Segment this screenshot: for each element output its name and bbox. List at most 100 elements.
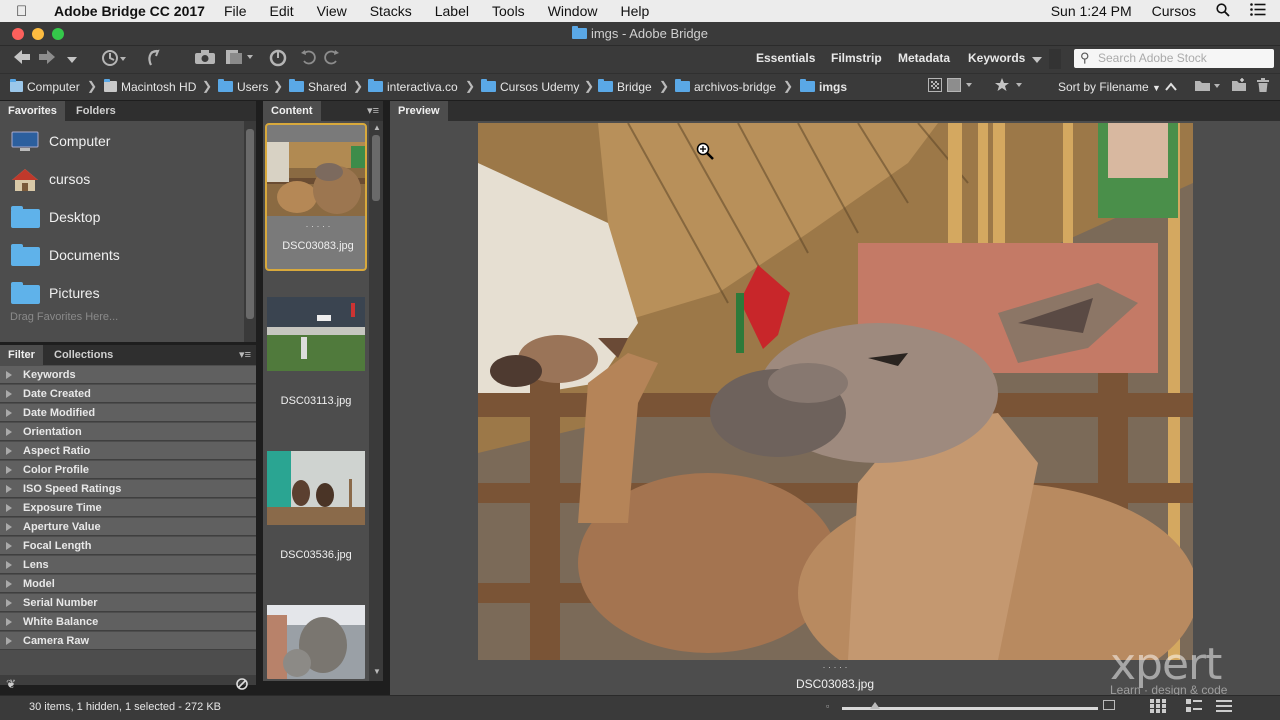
refine-dropdown-icon[interactable] bbox=[224, 49, 256, 69]
breadcrumb-macintosh-hd[interactable]: Macintosh HD bbox=[104, 79, 196, 94]
apple-logo-icon[interactable]:  bbox=[16, 3, 42, 20]
breadcrumb-bridge[interactable]: Bridge bbox=[598, 79, 652, 94]
view-as-details-icon[interactable] bbox=[1186, 699, 1202, 716]
filter-row-white-balance[interactable]: White Balance bbox=[0, 613, 256, 631]
forward-arrow-icon[interactable] bbox=[37, 49, 57, 69]
breadcrumb-shared[interactable]: Shared bbox=[289, 79, 347, 94]
trash-icon[interactable] bbox=[1255, 78, 1271, 98]
hard-drive-icon bbox=[104, 79, 117, 92]
open-in-camera-raw-icon[interactable] bbox=[267, 49, 289, 69]
filter-row-aspect-ratio[interactable]: Aspect Ratio bbox=[0, 442, 256, 460]
breadcrumb-computer[interactable]: Computer bbox=[10, 79, 80, 94]
favorite-pictures[interactable]: Pictures bbox=[10, 278, 100, 308]
favorite-cursos[interactable]: cursos bbox=[10, 164, 90, 194]
scrollbar-thumb[interactable] bbox=[246, 129, 254, 319]
workspace-keywords[interactable]: Keywords bbox=[968, 51, 1025, 65]
quality-options-icon[interactable] bbox=[926, 78, 944, 98]
filter-row-color-profile[interactable]: Color Profile bbox=[0, 461, 256, 479]
menu-edit[interactable]: Edit bbox=[270, 3, 294, 19]
scroll-down-arrow-icon[interactable]: ▼ bbox=[373, 667, 381, 676]
breadcrumb-interactiva[interactable]: interactiva.co bbox=[368, 79, 458, 94]
tab-filter[interactable]: Filter bbox=[0, 345, 43, 365]
adobe-stock-search-input[interactable]: ⚲ Search Adobe Stock bbox=[1074, 49, 1274, 68]
get-photos-from-camera-icon[interactable] bbox=[193, 49, 217, 69]
filter-row-date-created[interactable]: Date Created bbox=[0, 385, 256, 403]
menu-view[interactable]: View bbox=[317, 3, 347, 19]
filter-row-date-modified[interactable]: Date Modified bbox=[0, 404, 256, 422]
thumbnail-size-small-icon[interactable]: ▫ bbox=[826, 701, 829, 711]
sort-ascending-chevron-up-icon[interactable] bbox=[1163, 78, 1179, 98]
window-title-bar: imgs - Adobe Bridge bbox=[0, 22, 1280, 46]
menu-label[interactable]: Label bbox=[435, 3, 469, 19]
app-menu[interactable]: Adobe Bridge CC 2017 bbox=[54, 3, 205, 19]
menu-file[interactable]: File bbox=[224, 3, 247, 19]
spotlight-search-icon[interactable] bbox=[1216, 2, 1230, 20]
rotate-clockwise-icon[interactable] bbox=[323, 49, 341, 69]
tab-favorites[interactable]: Favorites bbox=[0, 101, 65, 121]
scrollbar-thumb[interactable] bbox=[372, 135, 380, 201]
filter-row-keywords[interactable]: Keywords bbox=[0, 366, 256, 384]
return-to-photoshop-icon[interactable] bbox=[143, 49, 163, 69]
thumbnail-rating-dots[interactable]: · · · · · bbox=[267, 221, 369, 231]
panel-menu-icon[interactable]: ▾≡ bbox=[239, 348, 251, 361]
filter-row-serial-number[interactable]: Serial Number bbox=[0, 594, 256, 612]
menu-window[interactable]: Window bbox=[548, 3, 598, 19]
breadcrumb-cursos-udemy[interactable]: Cursos Udemy bbox=[481, 79, 579, 94]
tab-content[interactable]: Content bbox=[263, 101, 321, 121]
favorite-documents[interactable]: Documents bbox=[10, 240, 120, 270]
tab-preview[interactable]: Preview bbox=[390, 101, 448, 121]
thumbnail-cell[interactable] bbox=[265, 585, 367, 679]
new-folder-icon[interactable] bbox=[1230, 78, 1248, 98]
open-recent-folder-icon[interactable] bbox=[1193, 78, 1223, 98]
menu-help[interactable]: Help bbox=[620, 3, 649, 19]
thumbnail-cell[interactable]: · · · · · DSC03083.jpg bbox=[265, 123, 367, 271]
preview-mode-dropdown-icon[interactable] bbox=[946, 78, 976, 98]
notification-center-icon[interactable] bbox=[1250, 3, 1266, 19]
filter-row-focal-length[interactable]: Focal Length bbox=[0, 537, 256, 555]
content-scrollbar[interactable]: ▲ ▼ bbox=[369, 121, 383, 681]
filter-row-iso-speed[interactable]: ISO Speed Ratings bbox=[0, 480, 256, 498]
breadcrumb-users[interactable]: Users bbox=[218, 79, 268, 94]
workspace-dropdown-chevron-icon[interactable] bbox=[1030, 49, 1044, 69]
breadcrumb-separator-icon: ❯ bbox=[659, 79, 670, 93]
menubar-clock[interactable]: Sun 1:24 PM bbox=[1051, 3, 1132, 19]
preview-image[interactable] bbox=[478, 123, 1193, 660]
reveal-recent-file-icon[interactable] bbox=[99, 49, 129, 69]
filter-row-lens[interactable]: Lens bbox=[0, 556, 256, 574]
filter-row-camera-raw[interactable]: Camera Raw bbox=[0, 632, 256, 650]
tab-folders[interactable]: Folders bbox=[68, 101, 124, 121]
tab-collections[interactable]: Collections bbox=[46, 345, 121, 365]
sort-by-dropdown[interactable]: Sort by Filename ▼ bbox=[1058, 80, 1161, 94]
breadcrumb-archivos-bridge[interactable]: archivos-bridge bbox=[675, 79, 776, 94]
menu-stacks[interactable]: Stacks bbox=[370, 3, 412, 19]
rating-filter-star-icon[interactable] bbox=[994, 78, 1026, 98]
view-as-list-icon[interactable] bbox=[1216, 699, 1232, 716]
filter-row-exposure-time[interactable]: Exposure Time bbox=[0, 499, 256, 517]
filter-row-aperture-value[interactable]: Aperture Value bbox=[0, 518, 256, 536]
favorite-desktop[interactable]: Desktop bbox=[10, 202, 100, 232]
recent-dropdown-chevron-icon[interactable] bbox=[63, 49, 81, 69]
thumbnail-cell[interactable]: DSC03113.jpg bbox=[265, 277, 367, 425]
menubar-user[interactable]: Cursos bbox=[1152, 3, 1196, 19]
rotate-counterclockwise-icon[interactable] bbox=[299, 49, 317, 69]
back-arrow-icon[interactable] bbox=[12, 49, 32, 69]
keep-filter-pin-icon[interactable]: ❦ bbox=[6, 677, 16, 691]
thumbnail-cell[interactable]: DSC03536.jpg bbox=[265, 431, 367, 579]
panel-menu-icon[interactable]: ▾≡ bbox=[367, 104, 379, 117]
favorites-scrollbar[interactable] bbox=[244, 121, 256, 342]
thumbnail-size-slider[interactable] bbox=[842, 702, 1098, 710]
view-as-thumbnails-icon[interactable] bbox=[1150, 699, 1166, 716]
clear-filter-icon[interactable] bbox=[236, 678, 248, 693]
path-bar: Computer ❯ Macintosh HD ❯ Users ❯ Shared… bbox=[0, 73, 1280, 100]
slider-handle[interactable] bbox=[870, 702, 880, 709]
scroll-up-arrow-icon[interactable]: ▲ bbox=[373, 123, 381, 132]
workspace-essentials[interactable]: Essentials bbox=[756, 51, 815, 65]
thumbnail-size-large-icon[interactable] bbox=[1103, 700, 1115, 710]
favorite-computer[interactable]: Computer bbox=[10, 126, 110, 156]
menu-tools[interactable]: Tools bbox=[492, 3, 525, 19]
filter-row-model[interactable]: Model bbox=[0, 575, 256, 593]
workspace-metadata[interactable]: Metadata bbox=[898, 51, 950, 65]
workspace-filmstrip[interactable]: Filmstrip bbox=[831, 51, 882, 65]
breadcrumb-imgs[interactable]: imgs bbox=[800, 79, 847, 94]
filter-row-orientation[interactable]: Orientation bbox=[0, 423, 256, 441]
